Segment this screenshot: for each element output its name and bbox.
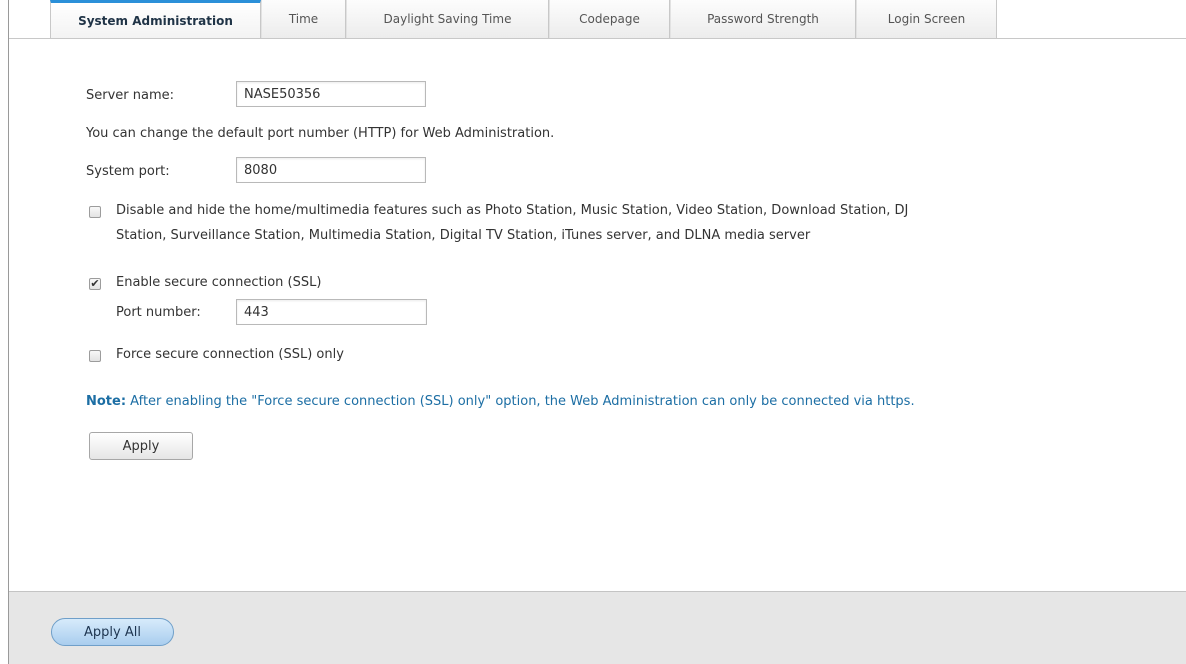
enable-ssl-label: Enable secure connection (SSL): [116, 275, 322, 290]
tab-login-screen[interactable]: Login Screen: [856, 0, 997, 38]
force-ssl-checkbox[interactable]: [89, 350, 101, 362]
system-port-label: System port:: [86, 164, 170, 179]
tab-codepage[interactable]: Codepage: [549, 0, 670, 38]
apply-button[interactable]: Apply: [89, 432, 193, 460]
disable-features-checkbox[interactable]: [89, 206, 101, 218]
server-name-field[interactable]: [236, 81, 426, 107]
disable-features-label-line2: Station, Surveillance Station, Multimedi…: [116, 228, 811, 243]
server-name-label: Server name:: [86, 88, 175, 103]
tab-system-administration[interactable]: System Administration: [50, 0, 261, 38]
tab-daylight-saving-time[interactable]: Daylight Saving Time: [346, 0, 549, 38]
port-info-text: You can change the default port number (…: [86, 126, 555, 141]
note-prefix: Note:: [86, 394, 127, 409]
footer-bar: Apply All: [9, 591, 1186, 664]
system-port-field[interactable]: [236, 157, 426, 183]
note-body: After enabling the "Force secure connect…: [126, 394, 915, 409]
apply-all-button[interactable]: Apply All: [51, 618, 174, 646]
checkmark-icon: ✔: [90, 277, 100, 290]
enable-ssl-checkbox[interactable]: ✔: [89, 278, 101, 290]
ssl-port-field[interactable]: [236, 299, 427, 325]
tab-bar: System Administration Time Daylight Savi…: [9, 0, 1186, 39]
tab-password-strength[interactable]: Password Strength: [670, 0, 856, 38]
disable-features-label-line1: Disable and hide the home/multimedia fea…: [116, 203, 909, 218]
force-ssl-label: Force secure connection (SSL) only: [116, 347, 344, 362]
note-text: Note: After enabling the "Force secure c…: [86, 394, 915, 409]
ssl-port-label: Port number:: [116, 305, 201, 320]
tab-time[interactable]: Time: [261, 0, 346, 38]
settings-panel: System Administration Time Daylight Savi…: [8, 0, 1186, 664]
